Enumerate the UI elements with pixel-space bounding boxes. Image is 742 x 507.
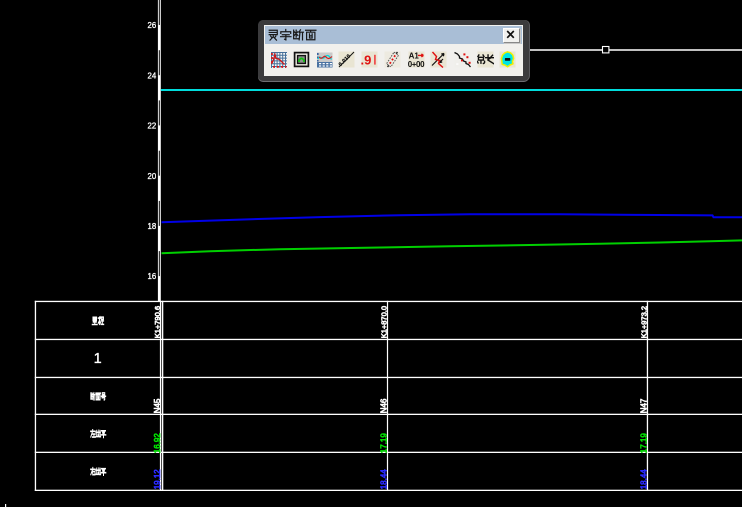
svg-text:18: 18 [148, 222, 157, 231]
svg-text:16: 16 [148, 272, 157, 281]
svg-text:17.19: 17.19 [639, 433, 648, 454]
svg-text:16.92: 16.92 [153, 433, 162, 454]
svg-text:N45: N45 [153, 398, 162, 413]
svg-text:18.44: 18.44 [639, 469, 648, 490]
svg-text:K1+790.6: K1+790.6 [153, 306, 162, 338]
svg-text:19.12: 19.12 [153, 469, 162, 490]
svg-text:24: 24 [148, 71, 157, 80]
svg-text:N46: N46 [379, 398, 388, 413]
svg-text:20: 20 [148, 172, 157, 181]
svg-text:18.44: 18.44 [379, 469, 388, 490]
svg-text:1: 1 [94, 351, 102, 367]
svg-text:26: 26 [148, 21, 157, 30]
svg-text:0+00: 0+00 [408, 60, 425, 68]
svg-text:.9: .9 [361, 53, 371, 68]
svg-text:17.19: 17.19 [379, 433, 388, 454]
svg-text:22: 22 [148, 122, 157, 131]
svg-text:K1+870.0: K1+870.0 [379, 306, 388, 338]
svg-text:K1+973.2: K1+973.2 [639, 306, 648, 338]
svg-text:N47: N47 [639, 398, 648, 413]
